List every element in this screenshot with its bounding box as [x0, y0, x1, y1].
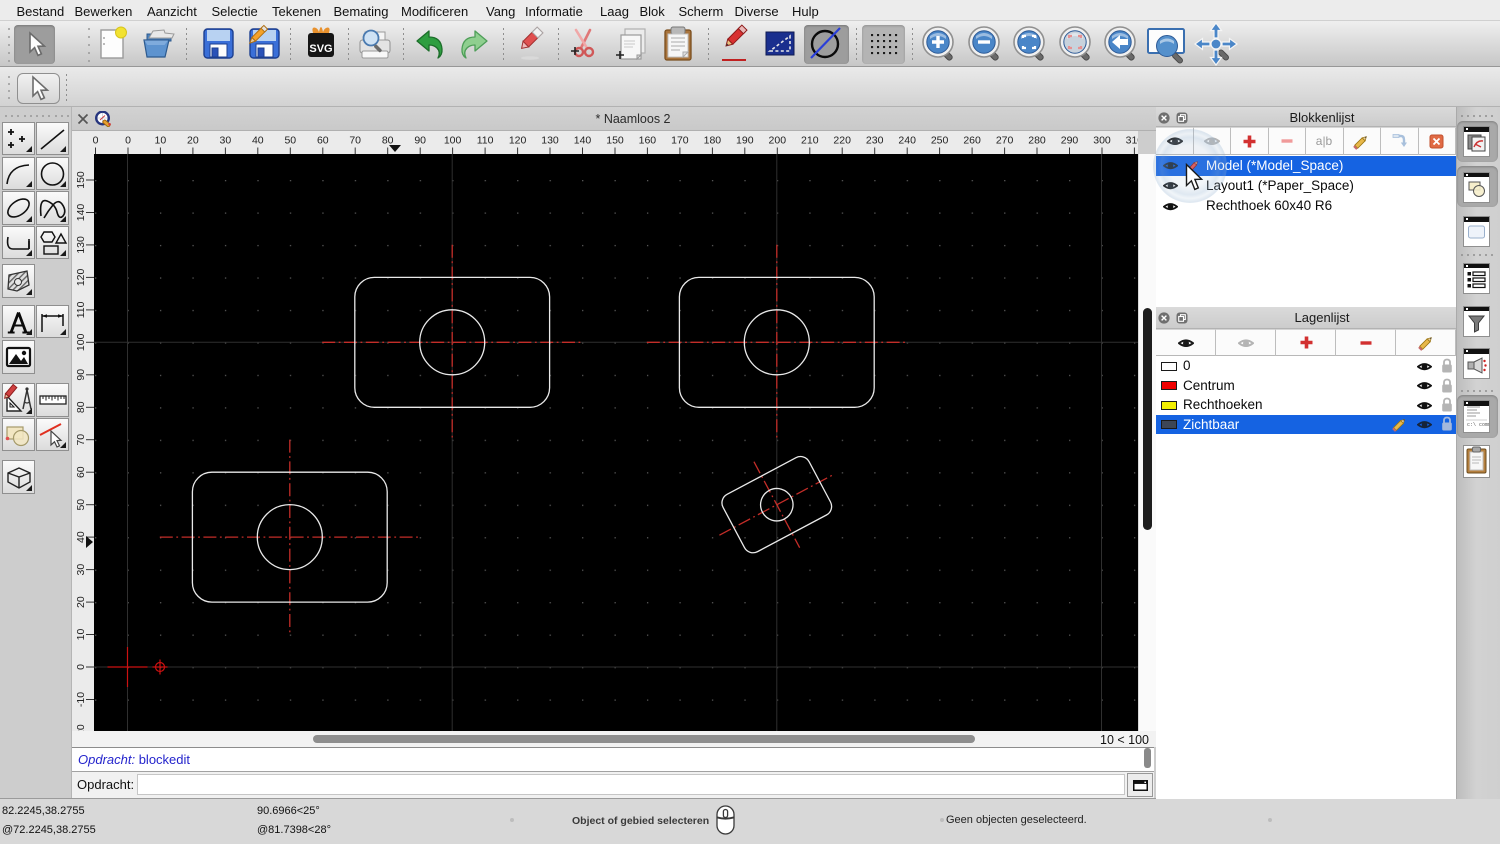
svg-text:30: 30 — [75, 564, 87, 576]
svg-text:280: 280 — [1028, 135, 1046, 147]
svg-text:30: 30 — [220, 135, 232, 147]
svg-text:120: 120 — [75, 268, 87, 286]
svg-text:300: 300 — [1093, 135, 1111, 147]
svg-text:270: 270 — [996, 135, 1014, 147]
svg-text:230: 230 — [866, 135, 884, 147]
svg-text:150: 150 — [75, 171, 87, 189]
svg-text:0: 0 — [75, 664, 87, 670]
svg-text:90: 90 — [414, 135, 426, 147]
svg-text:240: 240 — [898, 135, 916, 147]
svg-text:310: 310 — [1126, 135, 1138, 147]
svg-text:140: 140 — [574, 135, 592, 147]
svg-text:170: 170 — [671, 135, 689, 147]
svg-text:10: 10 — [75, 629, 87, 641]
svg-text:290: 290 — [1061, 135, 1079, 147]
svg-text:150: 150 — [606, 135, 624, 147]
svg-text:40: 40 — [75, 531, 87, 543]
svg-text:90: 90 — [75, 369, 87, 381]
svg-text:70: 70 — [349, 135, 361, 147]
svg-text:210: 210 — [801, 135, 819, 147]
svg-text:160: 160 — [639, 135, 657, 147]
svg-text:c:\ command: c:\ command — [1467, 422, 1489, 428]
svg-text:110: 110 — [75, 301, 87, 318]
svg-text:10: 10 — [155, 135, 167, 147]
svg-text:20: 20 — [187, 135, 199, 147]
svg-text:120: 120 — [509, 135, 527, 147]
svg-text:70: 70 — [75, 434, 87, 446]
svg-text:140: 140 — [75, 204, 87, 222]
svg-text:250: 250 — [931, 135, 949, 147]
svg-text:100: 100 — [75, 333, 87, 351]
svg-text:-10: -10 — [75, 692, 87, 707]
svg-text:80: 80 — [75, 401, 87, 413]
svg-text:0: 0 — [93, 135, 99, 147]
svg-text:200: 200 — [769, 135, 787, 147]
svg-text:180: 180 — [704, 135, 722, 147]
svg-text:130: 130 — [75, 236, 87, 254]
svg-text:SVG: SVG — [309, 43, 332, 55]
svg-text:190: 190 — [736, 135, 754, 147]
svg-text:20: 20 — [75, 596, 87, 608]
svg-text:60: 60 — [75, 466, 87, 478]
svg-text:50: 50 — [75, 499, 87, 511]
svg-text:50: 50 — [284, 135, 296, 147]
svg-text:60: 60 — [317, 135, 329, 147]
svg-text:100: 100 — [444, 135, 462, 147]
svg-text:130: 130 — [541, 135, 559, 147]
svg-text:40: 40 — [252, 135, 264, 147]
svg-text:110: 110 — [477, 135, 494, 147]
svg-text:0: 0 — [125, 135, 131, 147]
svg-text:260: 260 — [963, 135, 981, 147]
svg-text:220: 220 — [833, 135, 851, 147]
svg-text:-20: -20 — [75, 724, 87, 731]
